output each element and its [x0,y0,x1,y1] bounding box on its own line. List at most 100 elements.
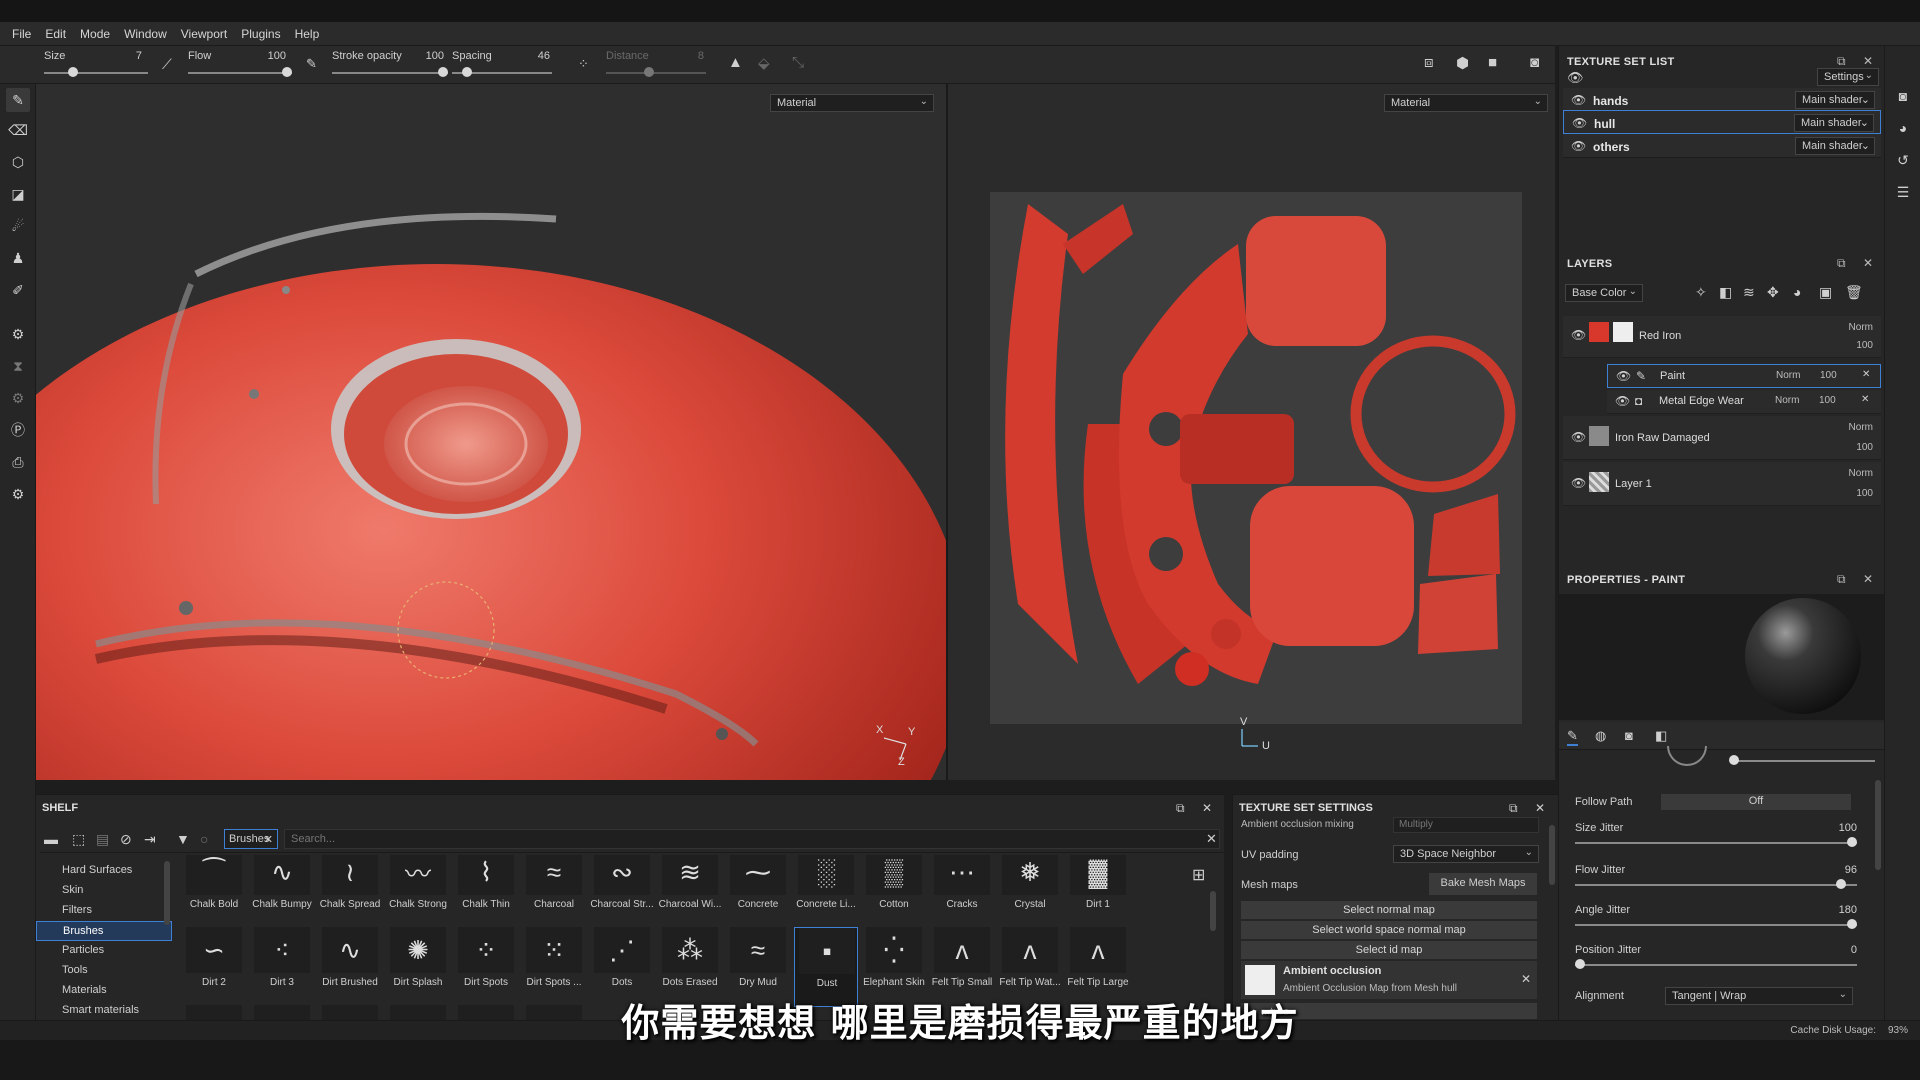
brush-item[interactable]: ⁓ Concrete [726,855,790,929]
menu-file[interactable]: File [12,27,31,41]
log-icon[interactable]: ☰ [1891,180,1915,204]
eye-icon[interactable]: 👁 [1572,116,1587,130]
hide-icon[interactable]: ⊘ [120,831,132,848]
display-cube-icon[interactable]: ⬢ [1456,54,1469,72]
distance-knob[interactable] [644,67,654,77]
import-icon[interactable]: ⇥ [144,831,156,848]
blend-mode[interactable]: Norm [1849,422,1873,433]
brush-item[interactable]: ▒ Cotton [862,855,926,929]
lazy-mouse-icon[interactable]: ⁘ [578,56,589,72]
position-jitter-knob[interactable] [1575,959,1585,969]
add-fill-layer-icon[interactable]: ≋ [1743,284,1755,301]
tab-stencil-icon[interactable]: ◙ [1625,728,1633,743]
categories-scrollbar[interactable] [164,861,170,925]
float-panel-icon[interactable]: ⧉ [1837,54,1846,69]
properties-scrollbar[interactable] [1875,780,1881,870]
visibility-toggle-icon[interactable]: 👁 [1567,70,1584,86]
angle-dial[interactable] [1667,746,1707,766]
flow-jitter-knob[interactable] [1836,879,1846,889]
angle-knob[interactable] [1729,755,1739,765]
bake-icon[interactable]: ⚙ [6,386,30,410]
eye-icon[interactable]: 👁 [1571,476,1586,490]
add-smart-material-icon[interactable]: ◕ [1793,284,1801,300]
add-effect-icon[interactable]: ✧ [1695,284,1707,301]
plugin-gear-icon[interactable]: ⚙ [6,482,30,506]
spacing-knob[interactable] [462,67,472,77]
close-icon[interactable]: ✕ [1861,394,1869,405]
shader-dropdown[interactable]: Main shader ⌄ [1795,91,1875,109]
select-normal-map-button[interactable]: Select normal map [1241,901,1537,919]
menu-viewport[interactable]: Viewport [181,27,227,41]
eye-icon[interactable]: 👁 [1571,93,1586,107]
paint-brush-icon[interactable]: ✎ [6,88,30,112]
menu-mode[interactable]: Mode [80,27,110,41]
transform-icon[interactable]: ⤡ [792,54,804,71]
close-icon[interactable]: ✕ [1863,256,1873,270]
menu-window[interactable]: Window [124,27,167,41]
flow-slider[interactable]: Flow 100 [188,48,292,82]
flow-pen-icon[interactable]: ✎ [306,56,317,72]
hourglass-icon[interactable]: ⧗ [6,354,30,378]
stroke-opacity-slider[interactable]: Stroke opacity 100 [332,48,448,82]
size-slider[interactable]: Size 7 [44,48,148,82]
angle-jitter-track[interactable] [1575,924,1857,926]
uv-padding-dropdown[interactable]: 3D Space Neighbor ⌄ [1393,845,1539,863]
eraser-icon[interactable]: ⌫ [6,118,30,142]
viewport-3d-mode-dropdown[interactable]: Material ⌄ [770,94,934,112]
display-settings-icon[interactable]: ◙ [1891,84,1915,108]
close-icon[interactable]: ✕ [1863,54,1873,68]
clone-stamp-icon[interactable]: ♟ [6,246,30,270]
polygon-fill-icon[interactable]: ◪ [6,182,30,206]
close-icon[interactable]: ✕ [1202,801,1212,815]
texture-set-hull[interactable]: 👁 hull Main shader ⌄ [1563,110,1881,134]
layer-opacity[interactable]: 100 [1856,340,1873,351]
position-jitter-track[interactable] [1575,964,1857,966]
select-world-normal-map-button[interactable]: Select world space normal map [1241,921,1537,939]
settings-gear-icon[interactable]: ⚙ [6,322,30,346]
shelf-search-input[interactable] [284,829,1220,849]
layer-row[interactable]: 👁 Layer 1 Norm 100 [1563,462,1881,506]
tss-scrollbar[interactable] [1549,825,1555,885]
spacing-slider[interactable]: Spacing 46 [452,48,552,82]
refresh-icon[interactable]: ○ [200,831,208,847]
blend-mode[interactable]: Norm [1776,370,1800,381]
eye-icon[interactable]: 👁 [1571,139,1586,153]
folder-icon[interactable]: ▬ [44,831,58,847]
add-mask-icon[interactable]: ◧ [1719,284,1732,301]
distance-slider[interactable]: Distance 8 [606,48,706,82]
layer-row[interactable]: 👁 Red Iron Norm 100 [1563,316,1881,358]
eye-icon[interactable]: 👁 [1571,328,1586,342]
texture-set-hands[interactable]: 👁 hands Main shader ⌄ [1563,88,1881,112]
size-jitter-knob[interactable] [1847,837,1857,847]
float-panel-icon[interactable]: ⧉ [1837,256,1846,271]
tab-alpha-icon[interactable]: ◍ [1595,728,1606,744]
blend-mode[interactable]: Norm [1775,395,1799,406]
brush-grid-scrollbar[interactable] [1210,891,1216,931]
menu-edit[interactable]: Edit [45,27,66,41]
brush-item[interactable]: 〰 Chalk Strong [386,855,450,929]
close-icon[interactable]: ✕ [1535,801,1545,815]
filter-tag[interactable]: Brushes ✕ [224,829,278,849]
brush-item[interactable]: ⋯ Cracks [930,855,994,929]
brush-item[interactable]: ⌇ Chalk Thin [454,855,518,929]
category-hard-surfaces[interactable]: Hard Surfaces [36,861,172,881]
category-skin[interactable]: Skin [36,881,172,901]
category-particles[interactable]: Particles [36,941,172,961]
projection-icon[interactable]: ⬡ [6,150,30,174]
layer-opacity[interactable]: 100 [1819,395,1836,406]
layer-row[interactable]: 👁 Iron Raw Damaged Norm 100 [1563,416,1881,460]
close-icon[interactable]: ✕ [1521,972,1531,986]
photoshop-export-icon[interactable]: Ⓟ [6,418,30,442]
flow-knob[interactable] [282,67,292,77]
stroke-opacity-track[interactable] [332,72,448,74]
save-icon[interactable]: ▤ [96,831,109,848]
brush-item[interactable]: ⁀ Chalk Bold [182,855,246,929]
angle-jitter-knob[interactable] [1847,919,1857,929]
ao-mixing-dropdown[interactable]: Multiply [1393,817,1539,833]
eye-icon[interactable]: 👁 [1571,430,1586,444]
add-folder-icon[interactable]: ▣ [1819,284,1832,301]
tab-material-icon[interactable]: ◧ [1655,728,1667,744]
category-tools[interactable]: Tools [36,961,172,981]
tab-brush-icon[interactable]: ✎ [1567,728,1578,746]
filter-icon[interactable]: ▼ [176,831,190,847]
